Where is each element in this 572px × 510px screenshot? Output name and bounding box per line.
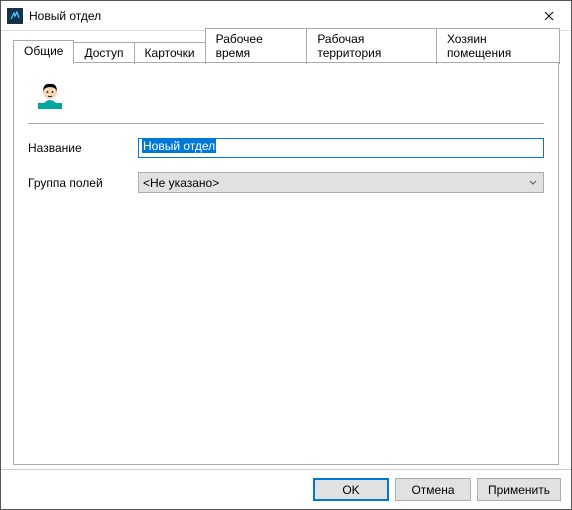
tab-label: Рабочая территория [317, 32, 381, 60]
tab-general[interactable]: Общие [13, 40, 74, 63]
tab-label: Общие [24, 44, 63, 58]
divider [28, 123, 544, 124]
close-icon [544, 11, 554, 21]
icon-row [28, 73, 544, 117]
button-bar: OK Отмена Применить [1, 469, 571, 509]
person-icon [34, 79, 66, 111]
group-select[interactable]: <Не указано> [138, 172, 544, 193]
tab-room-owner[interactable]: Хозяин помещения [436, 28, 560, 64]
tab-label: Карточки [145, 46, 195, 60]
ok-button[interactable]: OK [313, 478, 389, 501]
cancel-button[interactable]: Отмена [395, 478, 471, 501]
group-select-value: <Не указано> [143, 176, 219, 190]
tab-strip: Общие Доступ Карточки Рабочее время Рабо… [13, 41, 559, 63]
window-title: Новый отдел [29, 9, 526, 23]
group-label: Группа полей [28, 176, 138, 190]
tab-label: Доступ [84, 46, 123, 60]
name-input[interactable]: Новый отдел [138, 138, 544, 158]
tab-label: Хозяин помещения [447, 32, 511, 60]
name-input-value: Новый отдел [142, 139, 216, 153]
tab-cards[interactable]: Карточки [134, 42, 206, 64]
chevron-down-icon [529, 176, 537, 190]
app-icon [7, 8, 23, 24]
row-fields-group: Группа полей <Не указано> [28, 172, 544, 193]
tab-territory[interactable]: Рабочая территория [306, 28, 437, 64]
button-label: OK [342, 483, 359, 497]
name-label: Название [28, 141, 138, 155]
apply-button[interactable]: Применить [477, 478, 561, 501]
tab-label: Рабочее время [216, 32, 263, 60]
titlebar: Новый отдел [1, 1, 571, 31]
row-name: Название Новый отдел [28, 138, 544, 158]
tab-access[interactable]: Доступ [73, 42, 134, 64]
close-button[interactable] [526, 1, 571, 31]
tab-worktime[interactable]: Рабочее время [205, 28, 308, 64]
button-label: Отмена [411, 483, 454, 497]
tab-panel: Название Новый отдел Группа полей <Не ук… [13, 62, 559, 465]
dialog-content: Общие Доступ Карточки Рабочее время Рабо… [1, 31, 571, 465]
button-label: Применить [488, 483, 550, 497]
